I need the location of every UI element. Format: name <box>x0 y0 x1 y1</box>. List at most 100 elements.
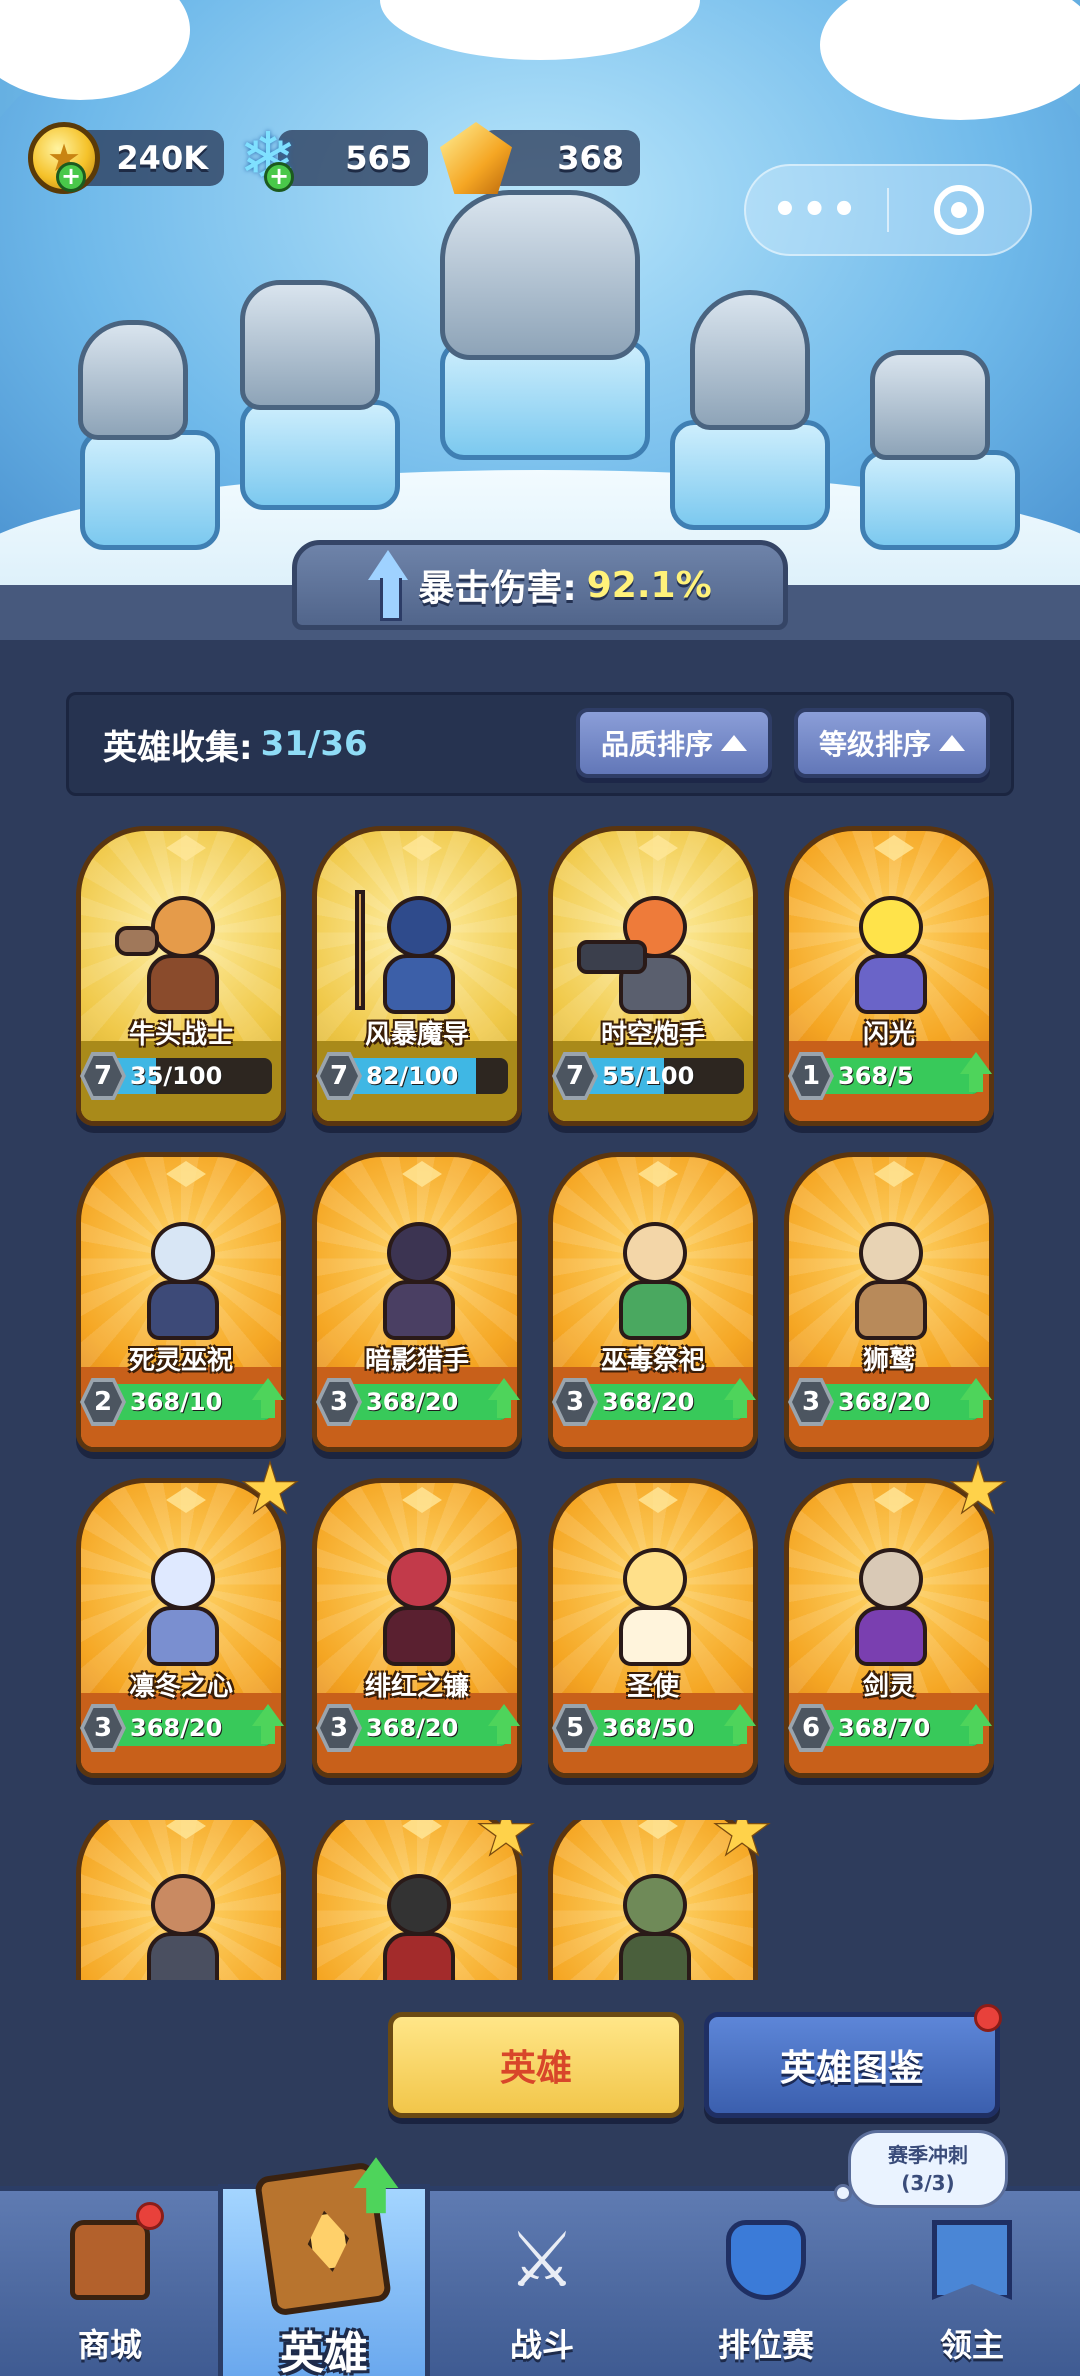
treasure-chest-icon <box>70 2220 150 2300</box>
hero-grid-overflow <box>0 1820 1080 1980</box>
hero-name: 圣使 <box>626 1672 679 1702</box>
gold-crystal-amount: 368 <box>557 139 624 177</box>
ice-pedestal <box>240 400 400 510</box>
sort-up-icon <box>721 735 747 751</box>
upgrade-arrow-icon <box>960 1704 992 1748</box>
storm-mage-portrait <box>355 890 477 1026</box>
hero-level: 3 <box>320 1708 358 1748</box>
shard-progress: 368/70 <box>838 1714 931 1742</box>
gold-amount: 240K <box>116 139 208 177</box>
gunner-portrait <box>121 1874 241 1980</box>
add-ice-crystal-plus-icon[interactable]: + <box>264 162 294 192</box>
hero-card-griffin[interactable]: 狮鹫 368/20 3 <box>784 1152 994 1452</box>
upgrade-arrow-icon <box>724 1378 756 1422</box>
hero-name: 绯红之镰 <box>364 1672 469 1702</box>
nav-lord-label: 领主 <box>939 2326 1004 2364</box>
hero-card-troll[interactable] <box>548 1820 771 1980</box>
shard-progress: 368/5 <box>838 1062 914 1090</box>
crit-damage-plate: 暴击伤害: 92.1% <box>292 540 788 630</box>
nav-ranked[interactable]: 排位赛 <box>666 2190 866 2376</box>
hero-card-saint[interactable]: 圣使 368/50 5 <box>548 1478 758 1778</box>
hero-name: 巫毒祭祀 <box>600 1346 705 1376</box>
crit-damage-value: 92.1% <box>586 564 712 606</box>
hero-codex-button[interactable]: 英雄图鉴 <box>704 2012 1000 2118</box>
season-sprint-count: (3/3) <box>901 2171 955 2195</box>
hero-name: 凛冬之心 <box>128 1672 233 1702</box>
flash-portrait <box>829 896 949 1026</box>
dragon-portrait <box>357 1874 477 1980</box>
shard-progress: 55/100 <box>602 1062 695 1090</box>
hero-name: 闪光 <box>862 1020 915 1050</box>
hero-card-crimson-scythe[interactable]: 绯红之镰 368/20 3 <box>312 1478 522 1778</box>
hero-name: 剑灵 <box>862 1672 915 1702</box>
season-sprint-title: 赛季冲刺 <box>888 2143 968 2167</box>
close-target-icon[interactable] <box>889 185 1030 235</box>
stone-statue-wolf <box>240 280 380 410</box>
chrono-gunner-portrait <box>577 896 713 1026</box>
hero-card-dragon[interactable] <box>312 1820 535 1980</box>
stone-statue-dragon <box>440 190 640 360</box>
hero-card-winter-heart[interactable]: 凛冬之心 368/20 3 <box>76 1460 299 1778</box>
hero-card-chrono-gunner[interactable]: 时空炮手 55/100 7 <box>548 826 758 1126</box>
hero-card-flash[interactable]: 闪光 368/5 1 <box>784 826 994 1126</box>
shard-progress: 35/100 <box>130 1062 223 1090</box>
shard-progress: 368/20 <box>130 1714 223 1742</box>
crimson-scythe-portrait <box>357 1548 477 1678</box>
bubble-tail <box>834 2184 852 2202</box>
upgrade-arrow-icon <box>252 1704 284 1748</box>
bull-warrior-portrait <box>115 896 241 1026</box>
more-dots-icon[interactable]: ••• <box>746 190 887 230</box>
stone-statue-mage <box>690 290 810 430</box>
nav-shop[interactable]: 商城 <box>10 2190 210 2376</box>
ranked-shield-icon <box>726 2220 806 2300</box>
shard-progress: 368/20 <box>366 1714 459 1742</box>
upgrade-arrow-icon <box>488 1704 520 1748</box>
sort-by-level-button[interactable]: 等级排序 <box>794 708 990 778</box>
griffin-portrait <box>829 1222 949 1352</box>
notification-dot <box>136 2202 164 2230</box>
shard-progress: 82/100 <box>366 1062 459 1090</box>
notification-dot <box>974 2004 1002 2032</box>
nav-ranked-label: 排位赛 <box>717 2326 814 2364</box>
season-sprint-bubble[interactable]: 赛季冲刺 (3/3) <box>848 2130 1008 2208</box>
nav-battle[interactable]: ⚔ 战斗 <box>442 2190 642 2376</box>
hero-card-sword-spirit[interactable]: 剑灵 368/70 6 <box>784 1460 1007 1778</box>
hero-name: 狮鹫 <box>862 1346 915 1376</box>
upgrade-arrow-icon <box>960 1378 992 1422</box>
hero-level: 3 <box>556 1382 594 1422</box>
sort-by-quality-button[interactable]: 品质排序 <box>576 708 772 778</box>
hero-name: 风暴魔导 <box>364 1020 469 1050</box>
stone-statue-ogre <box>78 320 188 440</box>
hero-card-gunner[interactable] <box>76 1820 286 1980</box>
stone-statue-robot <box>870 350 990 460</box>
hero-name: 牛头战士 <box>128 1020 233 1050</box>
hero-name: 时空炮手 <box>600 1020 705 1050</box>
banner-crown-icon <box>932 2220 1012 2300</box>
hero-card-bull-warrior[interactable]: 牛头战士 35/100 7 <box>76 826 286 1126</box>
hero-card-storm-mage[interactable]: 风暴魔导 82/100 7 <box>312 826 522 1126</box>
frozen-cave-scene <box>0 0 1080 620</box>
sort-quality-label: 品质排序 <box>600 728 713 761</box>
nav-lord[interactable]: 领主 <box>872 2190 1072 2376</box>
hero-name: 死灵巫祝 <box>128 1346 233 1376</box>
hero-card-shadow-hunter[interactable]: 暗影猎手 368/20 3 <box>312 1152 522 1452</box>
hero-card-necromancer[interactable]: 死灵巫祝 368/10 2 <box>76 1152 286 1452</box>
upgrade-arrow-icon <box>960 1052 992 1096</box>
shard-progress: 368/20 <box>602 1388 695 1416</box>
nav-shop-label: 商城 <box>77 2326 142 2364</box>
hero-level: 7 <box>84 1056 122 1096</box>
shard-progress: 368/20 <box>838 1388 931 1416</box>
ice-pedestal <box>860 450 1020 550</box>
ice-pedestal <box>670 420 830 530</box>
miniprogram-capsule: ••• <box>744 164 1032 256</box>
necromancer-portrait <box>121 1222 241 1352</box>
hero-tab-button[interactable]: 英雄 <box>388 2012 684 2118</box>
nav-hero-label: 英雄 <box>280 2328 368 2376</box>
hero-level: 7 <box>320 1056 358 1096</box>
hero-level: 3 <box>792 1382 830 1422</box>
ice-pedestal <box>80 430 220 550</box>
hero-card-voodoo-priest[interactable]: 巫毒祭祀 368/20 3 <box>548 1152 758 1452</box>
upgrade-arrow-icon <box>353 2157 399 2219</box>
upgrade-arrow-icon <box>488 1378 520 1422</box>
add-gold-plus-icon[interactable]: + <box>56 162 86 192</box>
